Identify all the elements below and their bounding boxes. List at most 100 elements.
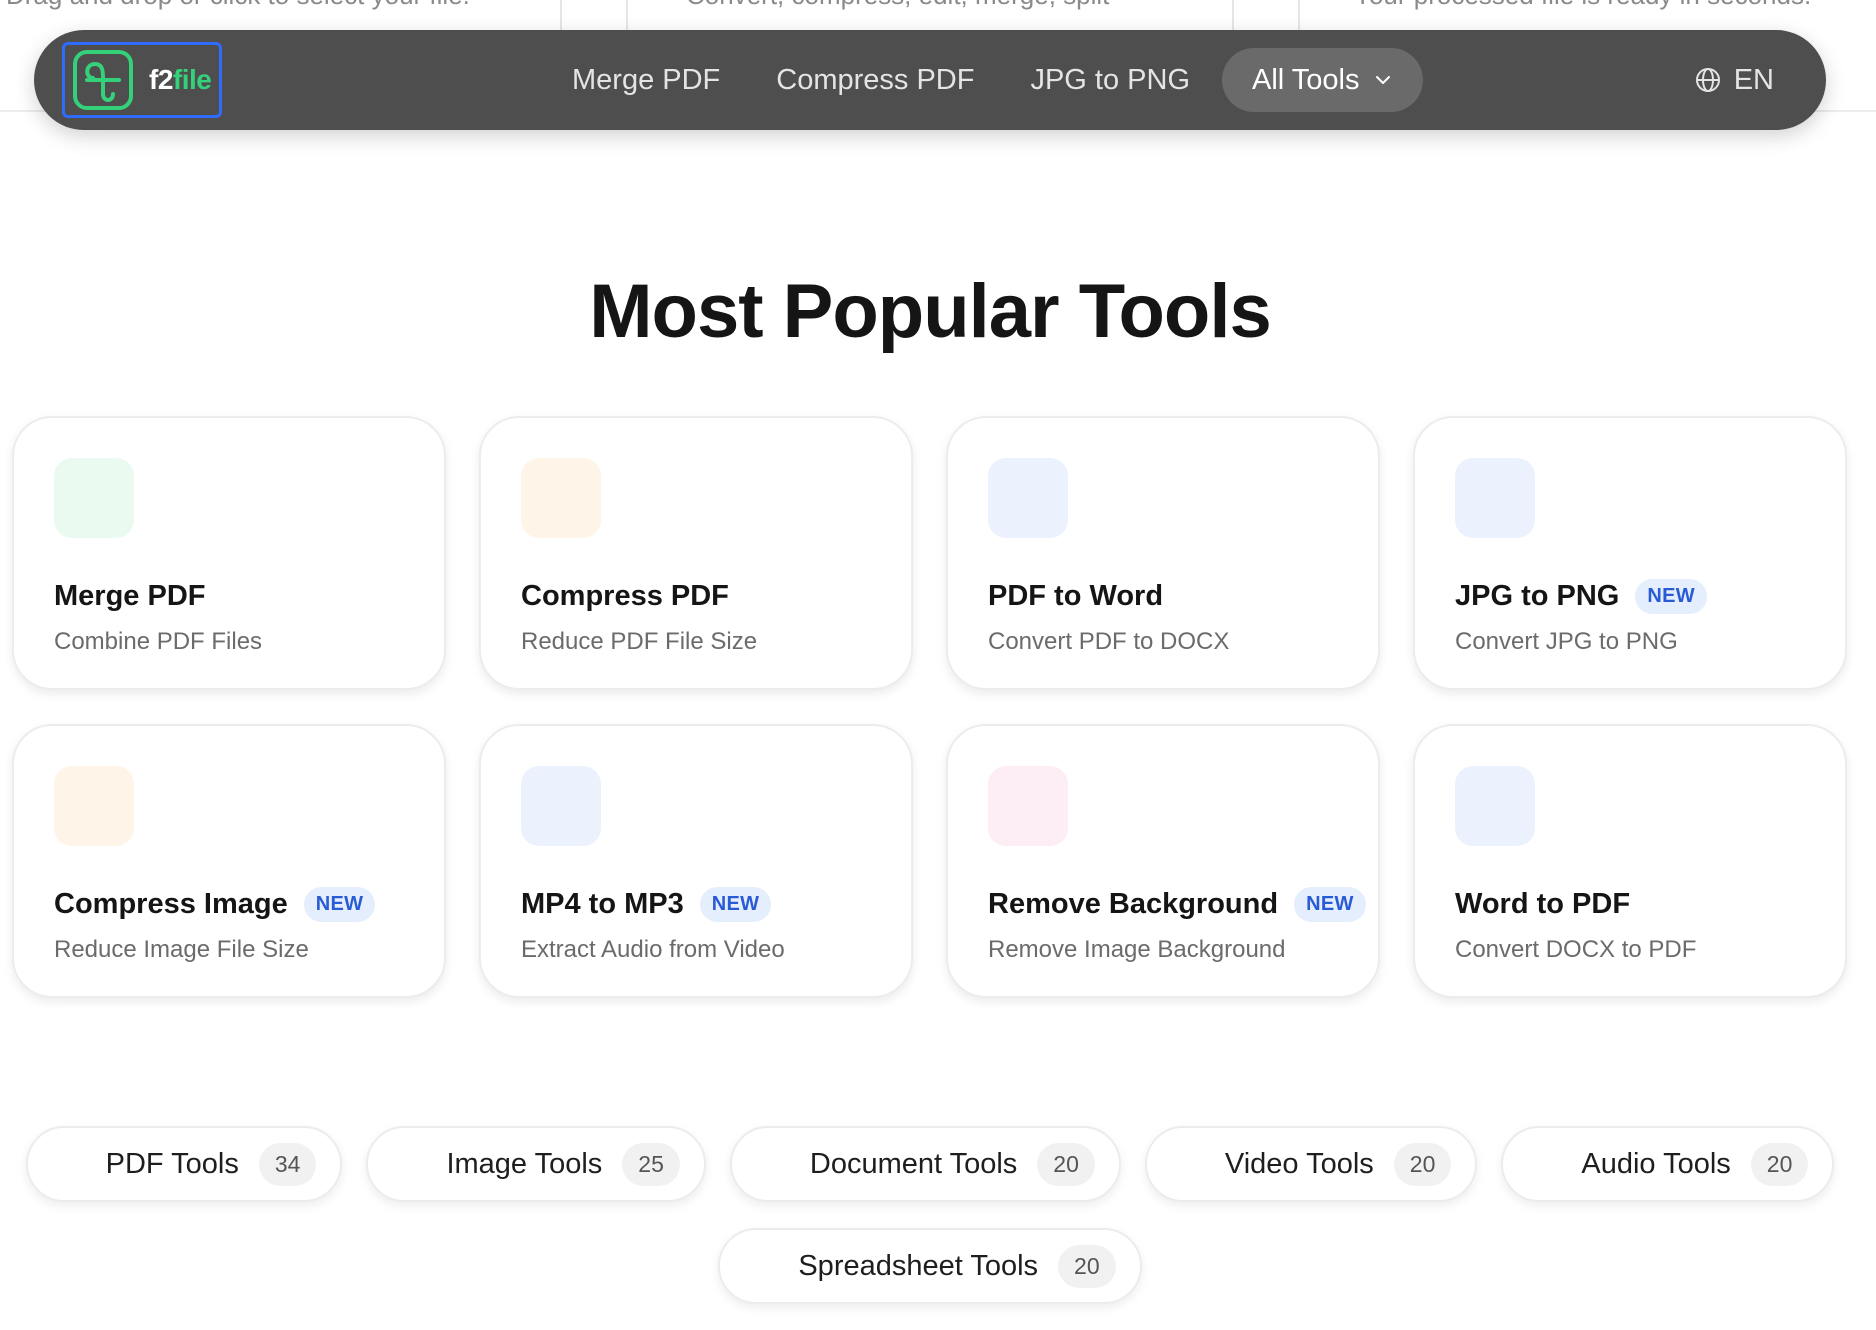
all-tools-dropdown[interactable]: All Tools <box>1222 48 1424 112</box>
category-count: 34 <box>258 1142 317 1186</box>
category-pill[interactable]: Document Tools 20 <box>729 1126 1121 1202</box>
divider <box>1232 0 1234 30</box>
tool-card-title: Merge PDF <box>54 579 206 612</box>
eraser-icon <box>1009 787 1047 825</box>
category-count: 20 <box>1058 1244 1116 1288</box>
nav-compress-pdf[interactable]: Compress PDF <box>748 48 1002 112</box>
background-text: Your processed file is ready in seconds. <box>1354 0 1864 11</box>
tool-card[interactable]: Word to PDF Convert DOCX to PDF <box>1413 724 1847 998</box>
navbar: f2file Merge PDF Compress PDF JPG to PNG… <box>34 30 1826 130</box>
language-label: EN <box>1733 63 1774 96</box>
tool-card-title: PDF to Word <box>988 579 1164 612</box>
tool-card-description: Remove Image Background <box>988 936 1286 963</box>
new-badge: NEW <box>1635 578 1707 614</box>
music-icon <box>1535 1149 1565 1179</box>
music-icon <box>542 787 580 825</box>
tool-card-icon-box <box>521 458 601 538</box>
tool-card-description: Extract Audio from Video <box>521 936 785 963</box>
tool-card-title-row: PDF to Word <box>988 576 1378 616</box>
new-badge: NEW <box>303 886 376 922</box>
background-text: Drag and drop or click to select your fi… <box>6 0 546 11</box>
tool-card-title: Compress Image <box>54 887 288 920</box>
tool-card-title: JPG to PNG <box>1455 579 1620 612</box>
f2file-logo-icon <box>73 50 133 110</box>
new-badge: NEW <box>1294 886 1366 922</box>
tool-card-icon-box <box>54 766 134 846</box>
tool-card-icon-box <box>1455 458 1535 538</box>
tool-card[interactable]: Compress Image NEW Reduce Image File Size <box>12 724 446 998</box>
category-pill[interactable]: PDF Tools 34 <box>25 1126 343 1202</box>
file-import-icon <box>1476 787 1514 825</box>
category-count: 20 <box>1037 1142 1095 1186</box>
logo-text: f2file <box>149 64 212 95</box>
tool-card[interactable]: PDF to Word Convert PDF to DOCX <box>946 416 1380 690</box>
category-pill[interactable]: Image Tools 25 <box>366 1126 706 1202</box>
tool-card-icon-box <box>988 458 1068 538</box>
category-label: PDF Tools <box>105 1147 239 1180</box>
tool-card[interactable]: Remove Background NEW Remove Image Backgro… <box>946 724 1380 998</box>
merge-icon <box>75 479 113 517</box>
tool-card-title: Word to PDF <box>1455 887 1631 920</box>
tool-card-title: MP4 to MP3 <box>521 887 684 920</box>
category-label: Image Tools <box>446 1147 603 1180</box>
background-text: Convert, compress, edit, merge, split <box>686 0 1156 11</box>
tool-card-title-row: Compress Image NEW <box>54 884 444 924</box>
tool-card-icon-box <box>988 766 1068 846</box>
tool-card-title-row: JPG to PNG NEW <box>1455 576 1845 616</box>
tool-card-title-row: Remove Background NEW <box>988 884 1378 924</box>
tool-card-title-row: Word to PDF <box>1455 884 1845 924</box>
tool-card[interactable]: Merge PDF Combine PDF Files <box>12 416 446 690</box>
category-pill[interactable]: Spreadsheet Tools 20 <box>718 1228 1142 1304</box>
category-pill[interactable]: Video Tools 20 <box>1144 1126 1478 1202</box>
category-pills: PDF Tools 34 Image Tools 25 Document Tools 20… <box>0 1126 1860 1304</box>
document-icon <box>764 1149 794 1179</box>
pdf-file-icon <box>60 1149 90 1179</box>
tool-card-title: Compress PDF <box>521 579 729 612</box>
tool-card-title-row: Compress PDF <box>521 576 911 616</box>
file-text-icon <box>1009 479 1047 517</box>
compress-file-icon <box>542 479 580 517</box>
divider <box>560 0 562 30</box>
tool-card-description: Reduce PDF File Size <box>521 628 758 655</box>
video-icon <box>1179 1149 1209 1179</box>
category-label: Spreadsheet Tools <box>798 1249 1039 1282</box>
nav-jpg-to-png[interactable]: JPG to PNG <box>1002 48 1218 112</box>
compress-file-icon <box>75 787 113 825</box>
tool-card[interactable]: Compress PDF Reduce PDF File Size <box>479 416 913 690</box>
category-label: Document Tools <box>809 1147 1018 1180</box>
tool-card-icon-box <box>1455 766 1535 846</box>
tool-card-description: Convert JPG to PNG <box>1455 628 1678 655</box>
tool-card-description: Reduce Image File Size <box>54 936 309 963</box>
category-label: Audio Tools <box>1581 1147 1731 1180</box>
all-tools-label: All Tools <box>1252 64 1360 96</box>
tool-card-title-row: Merge PDF <box>54 576 444 616</box>
tool-card[interactable]: JPG to PNG NEW Convert JPG to PNG <box>1413 416 1847 690</box>
tool-card[interactable]: MP4 to MP3 NEW Extract Audio from Video <box>479 724 913 998</box>
image-icon <box>400 1149 430 1179</box>
category-pill[interactable]: Audio Tools 20 <box>1501 1126 1835 1202</box>
section-title: Most Popular Tools <box>589 269 1271 354</box>
tool-cards-grid: Merge PDF Combine PDF Files Compress PDF Re… <box>12 416 1848 998</box>
category-count: 20 <box>1393 1142 1452 1186</box>
globe-icon <box>1695 68 1720 92</box>
tool-card-title-row: MP4 to MP3 NEW <box>521 884 911 924</box>
tool-card-icon-box <box>54 458 134 538</box>
page: Drag and drop or click to select your fi… <box>0 0 1876 1330</box>
divider <box>626 0 628 30</box>
language-selector[interactable]: EN <box>1694 48 1774 112</box>
logo-link[interactable]: f2file <box>62 42 222 118</box>
nav-merge-pdf[interactable]: Merge PDF <box>544 48 748 112</box>
tool-card-description: Convert DOCX to PDF <box>1455 936 1697 963</box>
spreadsheet-icon <box>752 1251 782 1281</box>
tool-card-title: Remove Background <box>988 887 1279 920</box>
tool-card-icon-box <box>521 766 601 846</box>
category-label: Video Tools <box>1224 1147 1374 1180</box>
category-count: 25 <box>622 1142 680 1186</box>
divider <box>1298 0 1300 30</box>
nav-links: Merge PDF Compress PDF JPG to PNG All To… <box>544 48 1424 112</box>
chevron-down-icon <box>1376 76 1391 84</box>
new-badge: NEW <box>699 886 772 922</box>
tool-card-description: Combine PDF Files <box>54 628 263 655</box>
tool-card-description: Convert PDF to DOCX <box>988 628 1230 655</box>
category-count: 20 <box>1750 1142 1809 1186</box>
